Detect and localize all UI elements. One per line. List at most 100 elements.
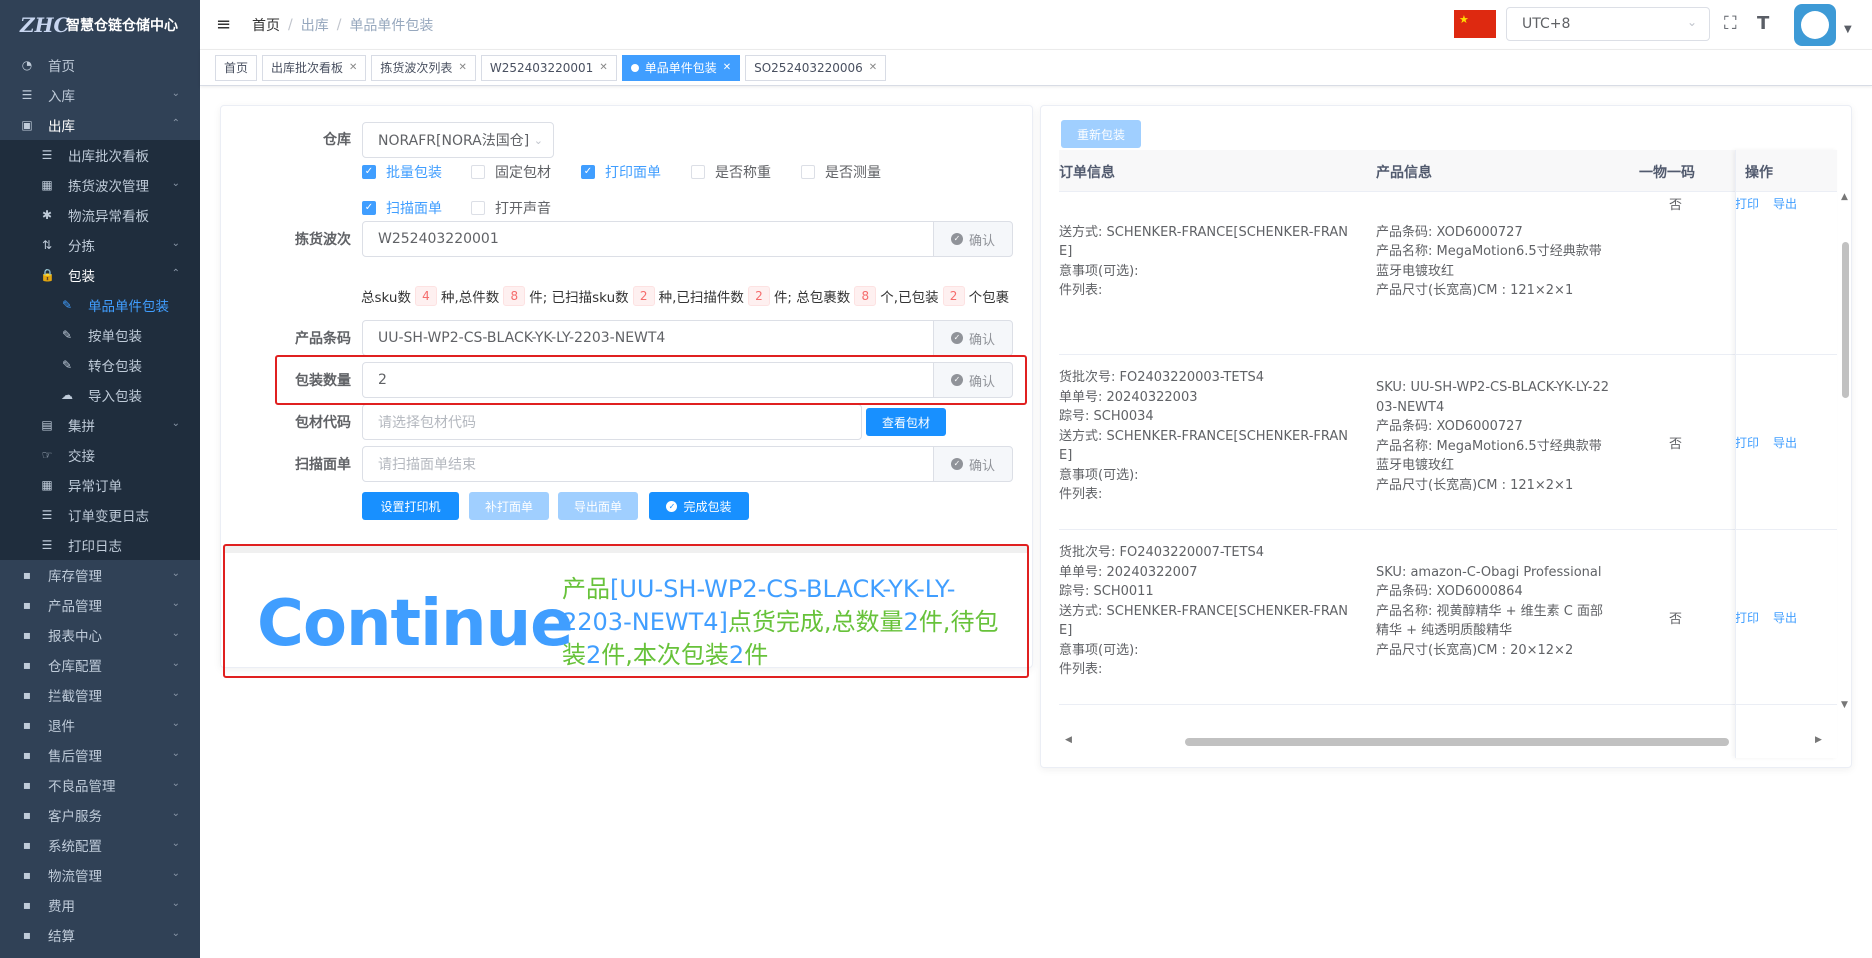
close-icon[interactable]: ✕	[723, 62, 731, 73]
sidebar-subitem-2[interactable]: ✱ 物流异常看板	[0, 200, 200, 230]
close-icon[interactable]: ✕	[869, 62, 877, 73]
checkbox-weigh[interactable]: 是否称重	[691, 162, 771, 182]
sidebar-subitem-3[interactable]: ⇅ 分拣 ⌄	[0, 230, 200, 260]
set-printer-button[interactable]: 设置打印机	[362, 492, 459, 520]
scroll-thumb[interactable]	[1842, 242, 1849, 398]
tag-home[interactable]: 首页	[215, 54, 258, 81]
menu-icon: ▪	[22, 898, 32, 912]
sidebar-subitem-after-1[interactable]: ☞ 交接	[0, 440, 200, 470]
sidebar-item-4[interactable]: ▪ 拦截管理 ⌄	[0, 680, 200, 710]
menu-label: 出库	[48, 119, 75, 135]
wave-confirm-button[interactable]: ✓ 确认	[933, 221, 1013, 257]
wave-input[interactable]: W252403220001	[362, 221, 934, 257]
sidebar-subitem-after-4[interactable]: ☰ 打印日志	[0, 530, 200, 560]
sidebar-pack-item-2[interactable]: ✎ 转仓包装	[0, 350, 200, 380]
horizontal-scrollbar[interactable]: ◀ ▶	[1059, 734, 1837, 748]
sidebar-item-3[interactable]: ▪ 仓库配置 ⌄	[0, 650, 200, 680]
print-link[interactable]: 打印	[1735, 611, 1759, 625]
sidebar-item-5[interactable]: ▪ 退件 ⌄	[0, 710, 200, 740]
sidebar-subitem-after-2[interactable]: ▦ 异常订单	[0, 470, 200, 500]
menu-label: 单品单件包装	[88, 299, 169, 315]
sidebar-pack-item-0[interactable]: ✎ 单品单件包装	[0, 290, 200, 320]
china-flag-icon[interactable]: ★	[1454, 10, 1496, 38]
order-info-line: 送方式: SCHENKER-FRANCE[SCHENKER-FRAN	[1059, 224, 1349, 240]
material-input[interactable]: 请选择包材代码	[362, 404, 862, 440]
sidebar-item-8[interactable]: ▪ 客户服务 ⌄	[0, 800, 200, 830]
logo[interactable]: ZHC 智慧仓链仓储中心	[0, 0, 200, 50]
close-icon[interactable]: ✕	[458, 62, 466, 73]
close-icon[interactable]: ✕	[599, 62, 607, 73]
tag-single-pack[interactable]: 单品单件包装 ✕	[621, 54, 741, 81]
export-link[interactable]: 导出	[1773, 436, 1797, 450]
checkbox-sound[interactable]: 打开声音	[471, 198, 551, 218]
export-link[interactable]: 导出	[1773, 611, 1797, 625]
sidebar-pack-item-3[interactable]: ☁ 导入包装	[0, 380, 200, 410]
sidebar-item-0[interactable]: ▪ 库存管理 ⌄	[0, 560, 200, 590]
sidebar-item-inbound[interactable]: ☰ 入库 ⌄	[0, 80, 200, 110]
close-icon[interactable]: ✕	[349, 62, 357, 73]
font-size-icon[interactable]: T	[1757, 13, 1769, 34]
scroll-up-icon[interactable]: ▲	[1841, 192, 1848, 202]
warehouse-select[interactable]: NORAFR[NORA法国仓] ⌄	[362, 122, 554, 158]
avatar[interactable]	[1794, 4, 1836, 46]
order-info-line: 送方式: SCHENKER-FRANCE[SCHENKER-FRAN	[1059, 428, 1349, 444]
tag-pick-wave-list[interactable]: 拣货波次列表 ✕	[371, 54, 476, 81]
sidebar-item-6[interactable]: ▪ 售后管理 ⌄	[0, 740, 200, 770]
timezone-select[interactable]: UTC+8 ⌄	[1506, 7, 1710, 41]
sidebar-subitem-after-3[interactable]: ☰ 订单变更日志	[0, 500, 200, 530]
sidebar-pack-item-1[interactable]: ✎ 按单包装	[0, 320, 200, 350]
barcode-confirm-button[interactable]: ✓ 确认	[933, 320, 1013, 356]
chevron-down-icon: ⌄	[171, 808, 180, 819]
sidebar-item-outbound[interactable]: ▣ 出库 ⌃	[0, 110, 200, 140]
export-label-button[interactable]: 导出面单	[558, 492, 638, 520]
repack-button[interactable]: 重新包装	[1061, 120, 1141, 148]
caret-down-icon[interactable]: ▼	[1844, 24, 1852, 35]
sidebar-item-9[interactable]: ▪ 系统配置 ⌄	[0, 830, 200, 860]
reprint-label-button[interactable]: 补打面单	[469, 492, 549, 520]
print-link[interactable]: 打印	[1735, 436, 1759, 450]
product-info-line: 产品尺寸(长宽高)CM : 20×12×2	[1376, 642, 1574, 658]
order-info-line: E]	[1059, 623, 1073, 639]
scan-input[interactable]: 请扫描面单结束	[362, 446, 934, 482]
sidebar-subitem-1[interactable]: ▦ 拣货波次管理 ⌄	[0, 170, 200, 200]
sidebar-subitem-after-0[interactable]: ▤ 集拼 ⌄	[0, 410, 200, 440]
sidebar-item-7[interactable]: ▪ 不良品管理 ⌄	[0, 770, 200, 800]
tag-so[interactable]: SO252403220006 ✕	[745, 54, 887, 81]
checkbox-batch-pack[interactable]: ✓ 批量包装	[362, 162, 442, 182]
vertical-scrollbar[interactable]: ▲ ▼	[1839, 192, 1851, 712]
fullscreen-icon[interactable]: ⛶	[1724, 13, 1737, 34]
menu-icon: ▪	[22, 928, 32, 942]
tag-outbound-batch[interactable]: 出库批次看板 ✕	[262, 54, 367, 81]
view-material-button[interactable]: 查看包材	[866, 408, 946, 436]
sidebar-item-1[interactable]: ▪ 产品管理 ⌄	[0, 590, 200, 620]
print-link[interactable]: 打印	[1735, 197, 1759, 211]
product-info-line: 精华 + 纯透明质酸精华	[1376, 623, 1513, 639]
scroll-thumb[interactable]	[1185, 738, 1729, 746]
sidebar-item-2[interactable]: ▪ 报表中心 ⌄	[0, 620, 200, 650]
sidebar-subitem-4[interactable]: 🔒 包装 ⌃	[0, 260, 200, 290]
hamburger-icon[interactable]: ≡	[216, 14, 236, 35]
barcode-input[interactable]: UU-SH-WP2-CS-BLACK-YK-LY-2203-NEWT4	[362, 320, 934, 356]
checkbox-print-label[interactable]: ✓ 打印面单	[581, 162, 661, 182]
sidebar-item-10[interactable]: ▪ 物流管理 ⌄	[0, 860, 200, 890]
actions-cell: 打印 导出	[1735, 434, 1811, 451]
tag-wave[interactable]: W252403220001 ✕	[480, 54, 617, 81]
scroll-left-icon[interactable]: ◀	[1065, 735, 1072, 745]
scroll-right-icon[interactable]: ▶	[1815, 735, 1822, 745]
sidebar-item-11[interactable]: ▪ 费用 ⌄	[0, 890, 200, 920]
scroll-down-icon[interactable]: ▼	[1841, 700, 1848, 710]
breadcrumb-home[interactable]: 首页	[252, 15, 280, 35]
sidebar-item-13[interactable]: ▪系统⌄	[0, 950, 200, 958]
menu-icon: ▪	[22, 748, 32, 762]
checkbox-scan-label[interactable]: ✓ 扫描面单	[362, 198, 442, 218]
check-circle-icon: ✓	[666, 500, 678, 512]
scan-confirm-button[interactable]: ✓ 确认	[933, 446, 1013, 482]
sidebar-subitem-0[interactable]: ☰ 出库批次看板	[0, 140, 200, 170]
finish-pack-button[interactable]: ✓ 完成包装	[649, 492, 749, 520]
sidebar-item-12[interactable]: ▪ 结算 ⌄	[0, 920, 200, 950]
checkbox-fixed-material[interactable]: 固定包材	[471, 162, 551, 182]
sidebar-item-home[interactable]: ◔ 首页	[0, 50, 200, 80]
export-link[interactable]: 导出	[1773, 197, 1797, 211]
chevron-down-icon: ⌄	[171, 568, 180, 579]
checkbox-measure[interactable]: 是否测量	[801, 162, 881, 182]
